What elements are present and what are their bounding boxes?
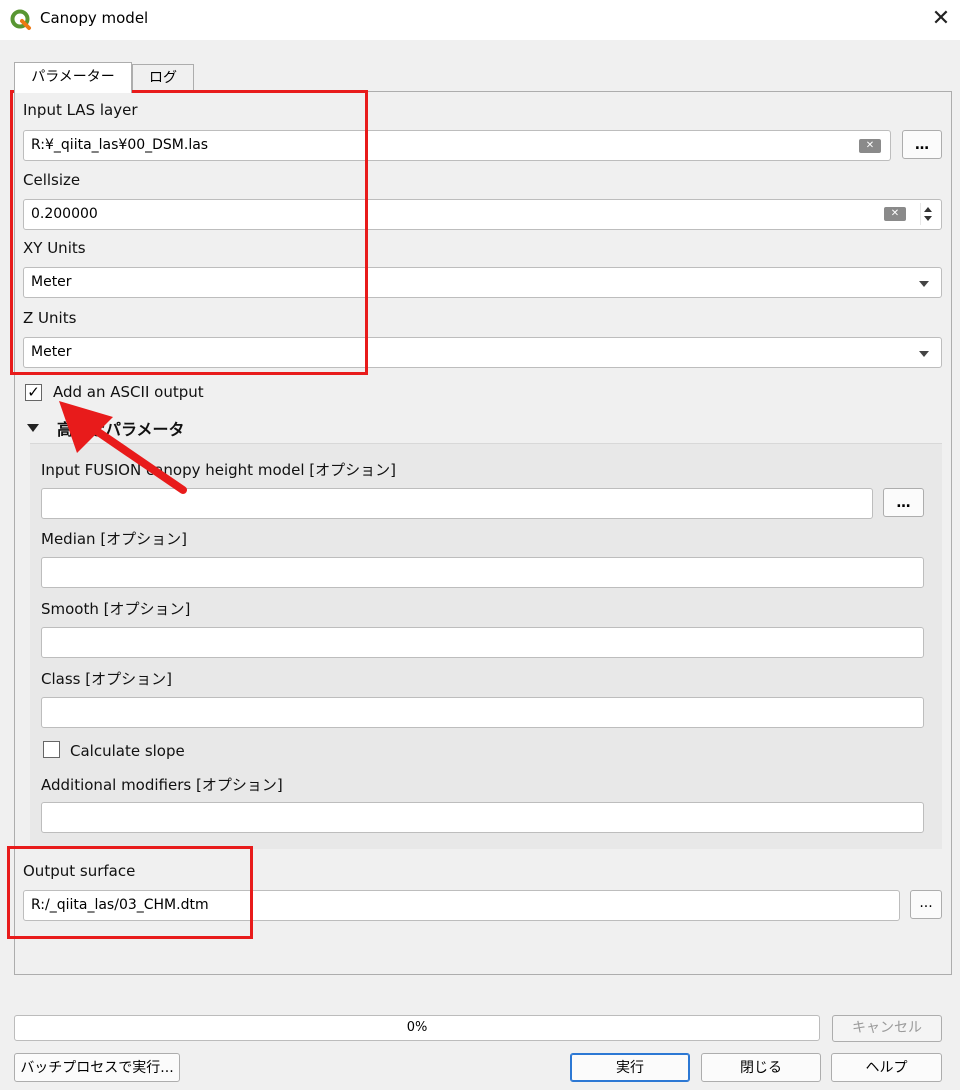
run-button[interactable]: 実行 (570, 1053, 690, 1082)
median-field[interactable] (41, 557, 924, 588)
annotation-highlight-box (7, 846, 253, 939)
ascii-output-checkbox[interactable]: ✓ (25, 384, 42, 401)
annotation-arrow-icon (59, 401, 187, 494)
chevron-down-icon[interactable] (919, 351, 929, 357)
collapse-triangle-icon[interactable] (27, 424, 39, 432)
close-window-button[interactable]: ✕ (925, 4, 957, 36)
output-browse-button[interactable]: ... (910, 890, 942, 919)
clear-icon[interactable]: ✕ (884, 207, 906, 221)
clear-icon[interactable]: ✕ (859, 139, 881, 153)
cancel-button[interactable]: キャンセル (832, 1015, 942, 1042)
qgis-logo-icon (10, 9, 31, 30)
class-field[interactable] (41, 697, 924, 728)
spinbox-arrows-icon[interactable] (920, 203, 936, 225)
smooth-field[interactable] (41, 627, 924, 658)
modifiers-field[interactable] (41, 802, 924, 833)
input-las-browse-button[interactable]: … (902, 130, 942, 159)
chm-browse-button[interactable]: … (883, 488, 924, 517)
calculate-slope-checkbox[interactable] (43, 741, 60, 758)
calculate-slope-label: Calculate slope (70, 742, 185, 760)
progress-bar: 0% (14, 1015, 820, 1041)
progress-text: 0% (406, 1020, 428, 1035)
median-label: Median [オプション] (41, 530, 188, 548)
batch-process-button[interactable]: バッチプロセスで実行... (14, 1053, 180, 1082)
window-title: Canopy model (40, 9, 149, 27)
modifiers-label: Additional modifiers [オプション] (41, 776, 283, 794)
smooth-label: Smooth [オプション] (41, 600, 191, 618)
class-label: Class [オプション] (41, 670, 172, 688)
help-button[interactable]: ヘルプ (831, 1053, 942, 1082)
close-button[interactable]: 閉じる (701, 1053, 821, 1082)
tab-parameters[interactable]: パラメーター (14, 62, 132, 93)
chevron-down-icon[interactable] (919, 281, 929, 287)
tab-log[interactable]: ログ (132, 64, 194, 92)
annotation-highlight-box (10, 90, 368, 375)
